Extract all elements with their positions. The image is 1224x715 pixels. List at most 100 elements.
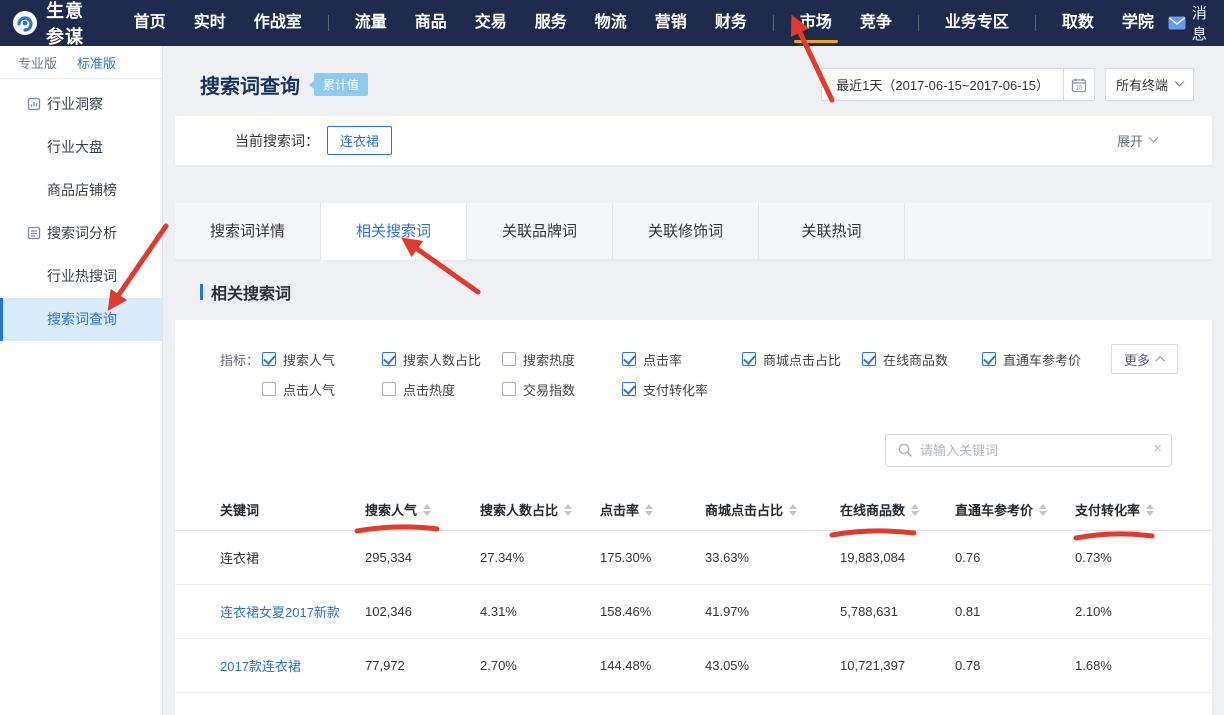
expand-button[interactable]: 展开 [1117, 131, 1157, 150]
checkbox-label: 商城点击占比 [763, 350, 841, 369]
tab-related-modifier-terms[interactable]: 关联修饰词 [613, 203, 759, 260]
sidebar-item-label: 行业洞察 [47, 96, 103, 112]
column-header-payment-conversion[interactable]: 支付转化率 [1075, 500, 1212, 519]
sort-icon[interactable] [564, 504, 572, 516]
cell-keyword-link[interactable]: 2017款连衣裙 [220, 656, 365, 675]
filter-checkbox-ztc-reference-price[interactable]: 直通车参考价 [982, 350, 1102, 369]
current-search-label: 当前搜索词： [235, 131, 319, 151]
sidebar-item-search-analysis[interactable]: 搜索词分析 [0, 212, 162, 255]
clear-icon[interactable]: × [1153, 440, 1162, 457]
nav-item-war-room[interactable]: 作战室 [254, 0, 302, 46]
table-row: 连衣裙女夏2017新款 102,346 4.31% 158.46% 41.97%… [175, 585, 1212, 639]
nav-item-competition[interactable]: 竞争 [860, 0, 892, 46]
column-header-mall-click-share[interactable]: 商城点击占比 [705, 500, 840, 519]
checkbox-icon [622, 382, 636, 396]
nav-item-marketing[interactable]: 营销 [655, 0, 687, 46]
section-title-bar [200, 284, 203, 300]
nav-item-academy[interactable]: 学院 [1122, 0, 1154, 46]
filter-checkbox-click-rate[interactable]: 点击率 [622, 350, 742, 369]
filter-checkbox-mall-click-share[interactable]: 商城点击占比 [742, 350, 862, 369]
column-header-click-rate[interactable]: 点击率 [600, 500, 705, 519]
sidebar-item-search-term-query[interactable]: 搜索词查询 [0, 298, 162, 341]
cell-value: 102,346 [365, 604, 480, 619]
nav-item-service[interactable]: 服务 [535, 0, 567, 46]
version-switcher: 专业版 标准版 [0, 46, 162, 79]
app-logo[interactable]: 生意参谋 [12, 0, 94, 49]
column-header-online-products[interactable]: 在线商品数 [840, 500, 955, 519]
nav-item-home[interactable]: 首页 [134, 0, 166, 46]
filter-checkbox-searcher-share[interactable]: 搜索人数占比 [382, 350, 502, 369]
related-search-table: 关键词 搜索人气 搜索人数占比 点击率 商城点击占 [175, 489, 1212, 693]
cell-value: 4.31% [480, 604, 600, 619]
column-header-ztc-reference-price[interactable]: 直通车参考价 [955, 500, 1075, 519]
sidebar-item-industry-hot-words[interactable]: 行业热搜词 [0, 255, 162, 298]
sort-icon[interactable] [789, 504, 797, 516]
nav-item-data-extract[interactable]: 取数 [1062, 0, 1094, 46]
keyword-search-input[interactable] [885, 434, 1172, 467]
cell-keyword-link[interactable]: 连衣裙女夏2017新款 [220, 602, 365, 621]
nav-item-product[interactable]: 商品 [415, 0, 447, 46]
tab-related-search-terms[interactable]: 相关搜索词 [321, 203, 467, 260]
terminal-dropdown[interactable]: 所有终端 [1105, 68, 1194, 101]
nav-item-realtime[interactable]: 实时 [194, 0, 226, 46]
checkbox-icon [502, 382, 516, 396]
sort-icon[interactable] [423, 504, 431, 516]
tab-search-term-detail[interactable]: 搜索词详情 [175, 203, 321, 260]
cell-value: 144.48% [600, 658, 705, 673]
cell-value: 33.63% [705, 550, 840, 565]
version-tab-standard[interactable]: 标准版 [77, 53, 116, 72]
nav-divider [773, 15, 774, 31]
column-header-searcher-share[interactable]: 搜索人数占比 [480, 500, 600, 519]
app-root: 生意参谋 首页 实时 作战室 流量 商品 交易 服务 物流 营销 财务 市场 竞… [0, 0, 1224, 715]
nav-divider [1035, 15, 1036, 31]
sort-icon[interactable] [911, 504, 919, 516]
nav-item-finance[interactable]: 财务 [715, 0, 747, 46]
sort-icon[interactable] [645, 504, 653, 516]
tab-related-brand-terms[interactable]: 关联品牌词 [467, 203, 613, 260]
more-button[interactable]: 更多 [1111, 344, 1178, 374]
keyword-search: × [885, 434, 1172, 467]
sidebar-item-product-shop-ranking[interactable]: 商品店铺榜 [0, 169, 162, 212]
nav-item-traffic[interactable]: 流量 [355, 0, 387, 46]
cell-value: 295,334 [365, 550, 480, 565]
document-chart-icon [27, 97, 41, 111]
nav-item-logistics[interactable]: 物流 [595, 0, 627, 46]
column-header-keyword: 关键词 [220, 500, 365, 519]
current-keyword-tag[interactable]: 连衣裙 [327, 126, 392, 155]
sort-icon[interactable] [1039, 504, 1047, 516]
sort-icon[interactable] [1146, 504, 1154, 516]
nav-item-business-zone[interactable]: 业务专区 [945, 0, 1009, 46]
calendar-icon[interactable]: 15 [1063, 69, 1094, 100]
filter-checkbox-online-products[interactable]: 在线商品数 [862, 350, 982, 369]
cell-value: 2.10% [1075, 604, 1212, 619]
terminal-dropdown-value: 所有终端 [1116, 75, 1168, 94]
filter-checkbox-search-popularity[interactable]: 搜索人气 [262, 350, 382, 369]
more-button-label: 更多 [1124, 350, 1150, 369]
sidebar-item-industry-insight[interactable]: 行业洞察 [0, 83, 162, 126]
checkbox-icon [622, 352, 636, 366]
checkbox-label: 搜索热度 [523, 350, 575, 369]
cell-value: 77,972 [365, 658, 480, 673]
date-range-picker[interactable]: 最近1天（2017-06-15~2017-06-15） 15 [821, 68, 1095, 101]
tab-related-hot-terms[interactable]: 关联热词 [759, 203, 905, 260]
filter-checkbox-payment-conversion[interactable]: 支付转化率 [622, 380, 742, 399]
filter-checkbox-search-heat[interactable]: 搜索热度 [502, 350, 622, 369]
checkbox-label: 支付转化率 [643, 380, 708, 399]
chevron-down-icon [1175, 77, 1185, 87]
page-header: 搜索词查询 累计值 最近1天（2017-06-15~2017-06-15） 15… [200, 68, 1194, 101]
nav-item-trade[interactable]: 交易 [475, 0, 507, 46]
column-header-search-popularity[interactable]: 搜索人气 [365, 500, 480, 519]
nav-divider [328, 15, 329, 31]
filter-checkbox-click-popularity[interactable]: 点击人气 [262, 380, 382, 399]
nav-item-market[interactable]: 市场 [800, 0, 832, 46]
checkbox-icon [382, 352, 396, 366]
filter-checkbox-trade-index[interactable]: 交易指数 [502, 380, 622, 399]
cell-value: 5,788,631 [840, 604, 955, 619]
section-title-text: 相关搜索词 [211, 280, 291, 304]
version-tab-pro[interactable]: 专业版 [18, 53, 57, 72]
sidebar-item-industry-overview[interactable]: 行业大盘 [0, 126, 162, 169]
checkbox-icon [382, 382, 396, 396]
filter-checkbox-click-heat[interactable]: 点击热度 [382, 380, 502, 399]
app-name: 生意参谋 [46, 0, 94, 49]
messages-button[interactable]: 消息 [1168, 2, 1208, 44]
